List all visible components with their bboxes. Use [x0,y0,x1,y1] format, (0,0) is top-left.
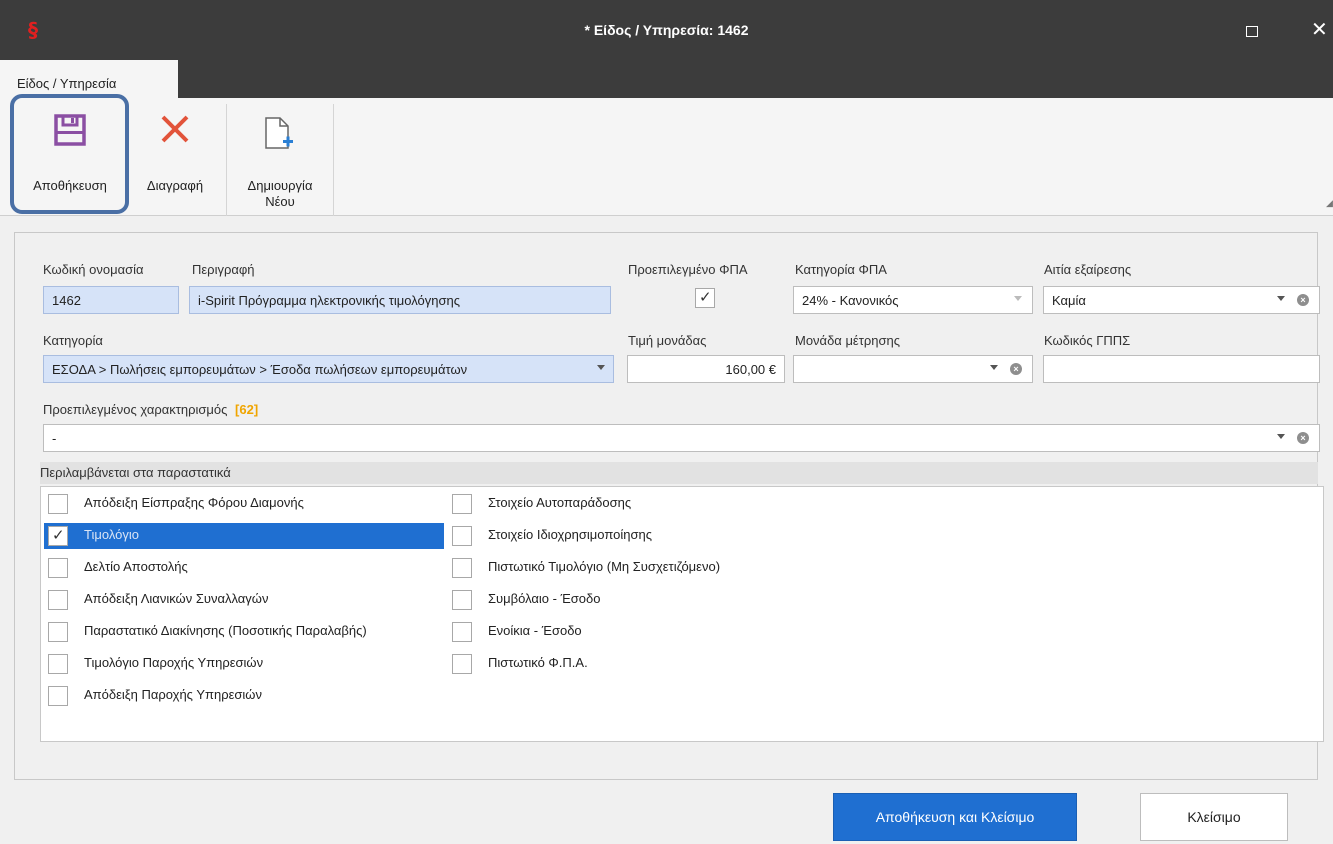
doc-checkbox[interactable] [48,622,68,642]
clear-icon[interactable]: × [1297,294,1309,306]
doc-checkbox[interactable] [452,526,472,546]
doc-checkbox[interactable] [48,494,68,514]
category-label: Κατηγορία [43,333,103,348]
ribbon-toolbar: Αποθήκευση Διαγραφή Δημιουργία Νέου [0,98,1333,216]
code-label: Κωδική ονομασία [43,262,144,277]
new-document-icon [265,117,293,149]
doc-label: Ενοίκια - Έσοδο [488,623,582,638]
unit-price-label: Τιμή μονάδας [628,333,707,348]
doc-item-left-0[interactable]: Απόδειξη Είσπραξης Φόρου Διαμονής [44,491,444,517]
characterization-select[interactable]: - × [43,424,1320,452]
doc-label: Πιστωτικό Φ.Π.Α. [488,655,588,670]
characterization-value: - [52,431,57,446]
unit-select[interactable]: × [793,355,1033,383]
doc-item-left-2[interactable]: Δελτίο Αποστολής [44,555,444,581]
doc-checkbox[interactable] [48,558,68,578]
doc-label: Απόδειξη Λιανικών Συναλλαγών [84,591,269,606]
doc-item-left-6[interactable]: Απόδειξη Παροχής Υπηρεσιών [44,683,444,709]
doc-label: Απόδειξη Είσπραξης Φόρου Διαμονής [84,495,304,510]
delete-label: Διαγραφή [146,178,204,193]
chevron-down-icon[interactable] [990,365,998,370]
ribbon-separator [333,104,334,216]
doc-checkbox[interactable] [452,590,472,610]
doc-item-right-2[interactable]: Πιστωτικό Τιμολόγιο (Μη Συσχετιζόμενο) [448,555,808,581]
save-button-highlight [10,94,129,214]
tab-item-service[interactable]: Είδος / Υπηρεσία [0,60,178,98]
chevron-down-icon[interactable] [1277,434,1285,439]
ribbon-separator [226,104,227,216]
doc-item-right-0[interactable]: Στοιχείο Αυτοπαράδοσης [448,491,808,517]
doc-item-left-3[interactable]: Απόδειξη Λιανικών Συναλλαγών [44,587,444,613]
doc-item-right-3[interactable]: Συμβόλαιο - Έσοδο [448,587,808,613]
close-window-button[interactable]: ✕ [1311,17,1328,42]
included-docs-title: Περιλαμβάνεται στα παραστατικά [40,462,1318,484]
delete-x-icon [161,115,189,143]
clear-icon[interactable]: × [1010,363,1022,375]
chevron-down-icon[interactable] [1277,296,1285,301]
chevron-down-icon[interactable] [597,365,605,370]
unit-label: Μονάδα μέτρησης [795,333,901,348]
doc-checkbox[interactable] [452,494,472,514]
doc-label: Τιμολόγιο [84,527,139,542]
doc-item-left-5[interactable]: Τιμολόγιο Παροχής Υπηρεσιών [44,651,444,677]
description-label: Περιγραφή [192,262,255,277]
category-value: ΕΣΟΔΑ > Πωλήσεις εμπορευμάτων > Έσοδα πω… [52,362,468,377]
exemption-value: Καμία [1052,293,1086,308]
ribbon-expand-icon[interactable]: ◢ [1326,198,1333,208]
characterization-label: Προεπιλεγμένος χαρακτηρισμός [62] [43,402,258,417]
doc-item-right-5[interactable]: Πιστωτικό Φ.Π.Α. [448,651,808,677]
ribbon-tab-strip: Είδος / Υπηρεσία [0,60,1333,98]
unit-price-field[interactable]: 160,00 € [627,355,785,383]
close-button[interactable]: Κλείσιμο [1140,793,1288,841]
maximize-button[interactable] [1246,26,1258,37]
vat-category-select[interactable]: 24% - Κανονικός [793,286,1033,314]
new-label-line2: Νέου [265,194,295,209]
characterization-label-text: Προεπιλεγμένος χαρακτηρισμός [43,402,228,417]
doc-checkbox[interactable] [452,622,472,642]
exemption-select[interactable]: Καμία × [1043,286,1320,314]
doc-label: Στοιχείο Αυτοπαράδοσης [488,495,632,510]
doc-checkbox[interactable] [48,654,68,674]
window-title: * Είδος / Υπηρεσία: 1462 [584,22,749,38]
gpps-label: Κωδικός ΓΠΠΣ [1044,333,1131,348]
new-item-button[interactable]: Δημιουργία Νέου [228,98,332,216]
doc-item-left-1[interactable]: Τιμολόγιο [44,523,444,549]
doc-label: Απόδειξη Παροχής Υπηρεσιών [84,687,262,702]
vat-category-value: 24% - Κανονικός [802,293,899,308]
chevron-down-icon[interactable] [1014,296,1022,301]
doc-label: Τιμολόγιο Παροχής Υπηρεσιών [84,655,264,670]
default-vat-label: Προεπιλεγμένο ΦΠΑ [628,262,748,277]
save-and-close-button[interactable]: Αποθήκευση και Κλείσιμο [833,793,1077,841]
doc-checkbox[interactable] [48,686,68,706]
doc-item-right-4[interactable]: Ενοίκια - Έσοδο [448,619,808,645]
doc-label: Στοιχείο Ιδιοχρησιμοποίησης [488,527,652,542]
doc-checkbox[interactable] [452,654,472,674]
new-label: Δημιουργία Νέου [228,178,332,210]
default-vat-checkbox[interactable] [695,288,715,308]
new-label-line1: Δημιουργία [247,178,313,193]
doc-item-right-1[interactable]: Στοιχείο Ιδιοχρησιμοποίησης [448,523,808,549]
doc-item-left-4[interactable]: Παραστατικό Διακίνησης (Ποσοτικής Παραλα… [44,619,444,645]
vat-category-label: Κατηγορία ΦΠΑ [795,262,887,277]
code-field[interactable]: 1462 [43,286,179,314]
doc-label: Δελτίο Αποστολής [84,559,188,574]
description-field[interactable]: i-Spirit Πρόγραμμα ηλεκτρονικής τιμολόγη… [189,286,611,314]
gpps-field[interactable] [1043,355,1320,383]
characterization-count-badge: [62] [235,402,259,417]
clear-icon[interactable]: × [1297,432,1309,444]
doc-checkbox[interactable] [48,526,68,546]
doc-label: Παραστατικό Διακίνησης (Ποσοτικής Παραλα… [84,623,367,638]
category-select[interactable]: ΕΣΟΔΑ > Πωλήσεις εμπορευμάτων > Έσοδα πω… [43,355,614,383]
delete-button[interactable]: Διαγραφή [130,98,220,216]
doc-label: Συμβόλαιο - Έσοδο [488,591,601,606]
doc-checkbox[interactable] [452,558,472,578]
exemption-label: Αιτία εξαίρεσης [1044,262,1132,277]
doc-checkbox[interactable] [48,590,68,610]
doc-label: Πιστωτικό Τιμολόγιο (Μη Συσχετιζόμενο) [488,559,721,574]
title-bar: § * Είδος / Υπηρεσία: 1462 ✕ [0,0,1333,60]
